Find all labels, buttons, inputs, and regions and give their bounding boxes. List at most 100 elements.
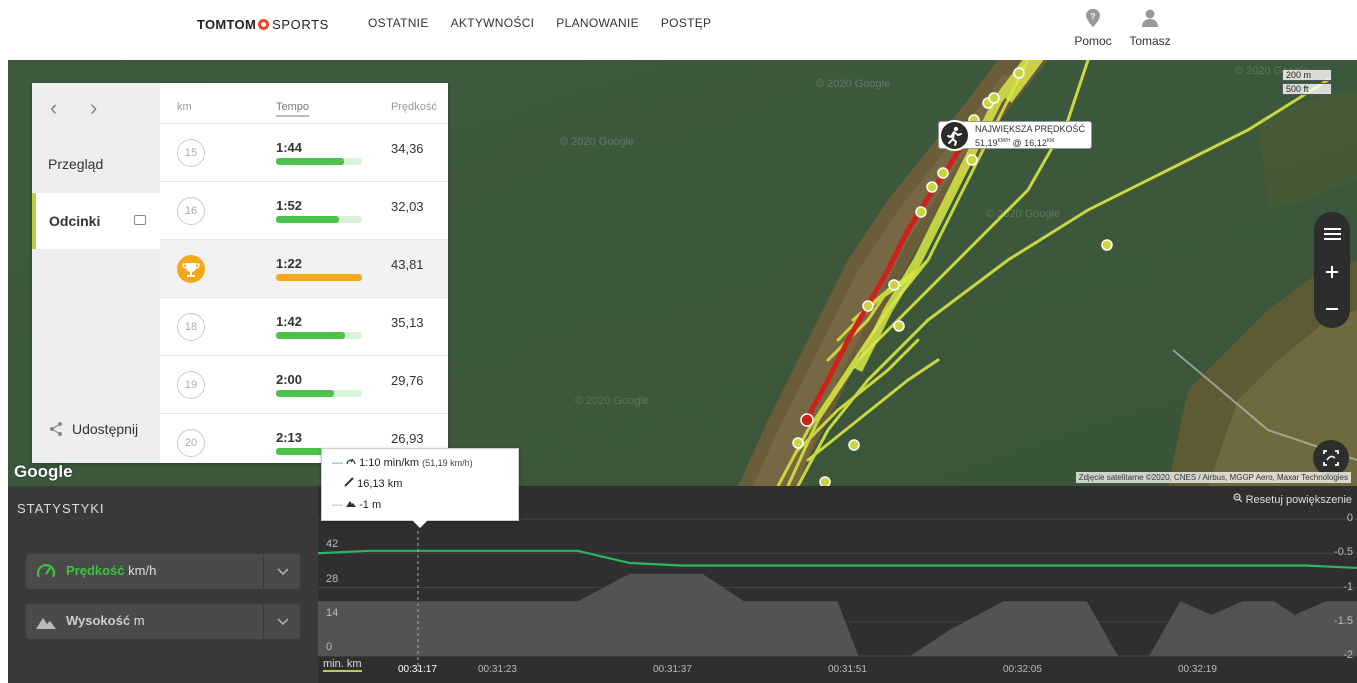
y-left-tick-label: 42	[326, 538, 339, 551]
km-badge: 18	[177, 313, 205, 341]
y-right-tick-label: -1	[1343, 580, 1353, 593]
sidebar-item-splits[interactable]: Odcinki	[32, 193, 160, 249]
map-watermark: © 2020 Google	[575, 395, 650, 407]
split-speed: 29,76	[391, 373, 424, 388]
trophy-icon	[177, 255, 205, 283]
split-speed: 32,03	[391, 199, 424, 214]
share-label: Udostępnij	[72, 421, 139, 437]
y-right-tick-label: -1.5	[1334, 614, 1353, 627]
google-logo: Google	[14, 462, 73, 481]
logo-text: TOMTOM	[197, 16, 257, 32]
column-header-km[interactable]: km	[177, 101, 192, 113]
chevron-down-icon	[277, 568, 289, 576]
sidebar-item-label: Odcinki	[49, 213, 101, 229]
split-pace: 1:44	[276, 140, 303, 155]
map-layers-button[interactable]	[1314, 216, 1350, 252]
metric-select-elevation[interactable]: Wysokość m	[26, 604, 300, 639]
split-row[interactable]: 15 1:44 34,36	[160, 123, 448, 181]
prev-activity-button[interactable]: ‹	[50, 97, 70, 119]
zoom-in-button[interactable]	[1314, 254, 1350, 290]
split-row[interactable]: 16 1:52 32,03	[160, 181, 448, 239]
metric-speed-unit: km/h	[128, 563, 157, 578]
reset-zoom-label: Resetuj powiększenie	[1245, 494, 1352, 506]
y-right-tick-label: 0	[1346, 512, 1353, 524]
km-badge: 16	[177, 197, 205, 225]
pace-bar	[276, 390, 362, 397]
metric-elevation-unit: m	[133, 613, 145, 628]
map-watermark: © 2020 Google	[560, 136, 635, 148]
elevation-area	[318, 573, 1357, 656]
minus-icon	[1326, 308, 1338, 310]
column-header-speed[interactable]: Prędkość	[391, 101, 437, 113]
tooltip-elevation: -1 m	[359, 499, 382, 511]
main-nav: OSTATNIE AKTYWNOŚCI PLANOWANIE POSTĘP	[368, 16, 733, 30]
scale-meters: 200 m	[1282, 69, 1332, 81]
help-pin-icon: ?	[1086, 9, 1100, 27]
plus-icon	[1326, 266, 1338, 278]
max-speed-marker[interactable]: NAJWIĘKSZA PRĘDKOŚĆ 51,19KM/H @ 16,12KM	[938, 120, 1093, 151]
user-label: Tomasz	[1129, 34, 1171, 48]
zoom-out-button[interactable]	[1314, 291, 1350, 327]
stats-section: STATYSTYKI Prędkość km/h Wysokość m Rese…	[8, 486, 1357, 683]
split-pace: 2:13	[276, 430, 303, 445]
splits-table: km Tempo Prędkość 15 1:44 34,36 16 1:52 …	[160, 83, 448, 463]
map-controls	[1314, 212, 1350, 328]
y-right-tick-label: -2	[1343, 649, 1353, 661]
max-speed-title: NAJWIĘKSZA PRĘDKOŚĆ	[975, 124, 1086, 134]
max-speed-value: 51,19	[975, 138, 998, 148]
speedometer-icon	[346, 458, 356, 465]
user-menu-button[interactable]: Tomasz	[1120, 8, 1180, 48]
next-activity-button[interactable]: ›	[90, 97, 110, 119]
pace-bar-fill	[276, 158, 344, 165]
speedometer-icon	[36, 564, 56, 578]
split-row[interactable]: 19 2:00 29,76	[160, 355, 448, 413]
map-attribution[interactable]: Zdjęcie satelitarne ©2020, CNES / Airbus…	[1075, 472, 1351, 483]
nav-item-planning[interactable]: PLANOWANIE	[556, 16, 639, 30]
share-button[interactable]: Udostępnij	[48, 421, 138, 437]
split-pace: 2:00	[276, 372, 303, 387]
x-tick-label: 00:31:51	[828, 664, 867, 675]
nav-item-activities[interactable]: AKTYWNOŚCI	[451, 16, 535, 30]
chevron-down-icon	[277, 618, 289, 626]
fit-route-icon	[1323, 450, 1339, 466]
activity-panel: ‹ › Przegląd Odcinki Udostępnij km Tempo…	[32, 83, 448, 463]
tomtom-sports-logo[interactable]: TOMTOM SPORTS	[197, 15, 329, 33]
share-icon	[50, 422, 62, 436]
pace-bar	[276, 274, 362, 281]
logo-sports-text: SPORTS	[272, 16, 329, 32]
metric-select-speed[interactable]: Prędkość km/h	[26, 554, 300, 589]
mountain-icon	[36, 618, 56, 629]
tooltip-distance-row: 16,13 km	[332, 476, 402, 492]
pace-bar	[276, 332, 362, 339]
metric-elevation-name: Wysokość	[66, 613, 131, 628]
split-row[interactable]: 18 1:42 35,13	[160, 297, 448, 355]
nav-item-progress[interactable]: POSTĘP	[661, 16, 711, 30]
scale-feet: 500 ft	[1282, 83, 1332, 95]
split-row-best[interactable]: 1:22 43,81	[160, 239, 448, 297]
user-icon	[1142, 9, 1158, 27]
x-tick-label: 00:32:05	[1003, 664, 1042, 675]
split-pace: 1:42	[276, 314, 303, 329]
y-right-tick-label: -0.5	[1334, 546, 1353, 559]
nav-item-recent[interactable]: OSTATNIE	[368, 16, 429, 30]
sidebar-item-overview[interactable]: Przegląd	[32, 136, 160, 192]
split-pace: 1:22	[276, 256, 303, 271]
activity-nav-arrows: ‹ ›	[50, 97, 130, 119]
help-button[interactable]: ? Pomoc	[1063, 8, 1123, 48]
fit-route-button[interactable]	[1313, 440, 1349, 476]
zoom-out-icon	[1232, 493, 1242, 503]
max-speed-unit: KM/H	[997, 138, 1011, 144]
chart-unit-label[interactable]: min. km	[323, 658, 362, 672]
tooltip-distance: 16,13 km	[357, 478, 403, 490]
max-speed-at: @ 16,12	[1012, 138, 1047, 148]
split-speed: 26,93	[391, 431, 424, 446]
column-header-tempo[interactable]: Tempo	[276, 101, 310, 117]
export-icon[interactable]	[134, 215, 146, 225]
cursor-x-label: 00:31:17	[398, 664, 437, 675]
map-watermark: © 2020 Google	[816, 78, 891, 90]
reset-zoom-button[interactable]: Resetuj powiększenie	[1232, 493, 1352, 506]
metric-speed-name: Prędkość	[66, 563, 125, 578]
pace-bar-fill	[276, 332, 345, 339]
runner-icon	[939, 120, 970, 151]
max-speed-detail: 51,19KM/H @ 16,12KM	[975, 135, 1085, 149]
